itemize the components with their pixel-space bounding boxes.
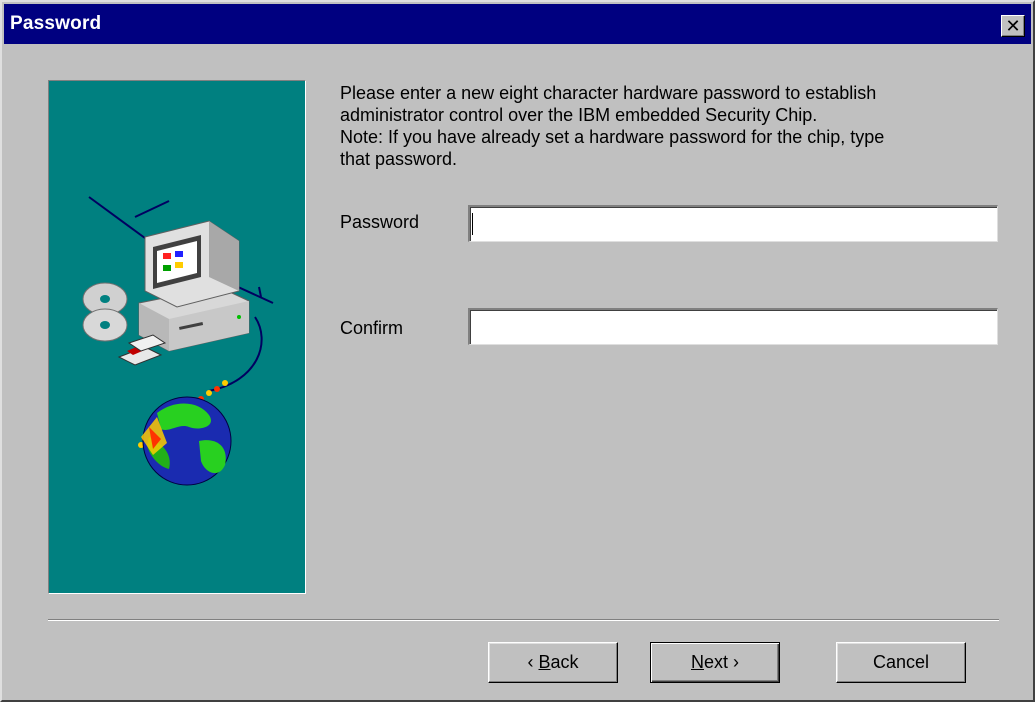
window-title: Password [10,13,102,34]
instruction-line: Please enter a new eight character hardw… [340,83,877,103]
next-button-label: ext [703,652,728,672]
back-button[interactable]: ‹ Back [488,642,618,683]
instruction-line: Note: If you have already set a hardware… [340,127,885,147]
cancel-button-label: Cancel [872,652,930,672]
back-button-label: ack [550,652,579,672]
illustration-art [82,196,274,486]
wizard-illustration [48,80,306,594]
password-input[interactable] [468,205,998,242]
close-icon: ✕ [1005,16,1021,36]
password-label: Password [340,212,420,232]
confirm-input[interactable] [468,308,998,345]
close-button[interactable]: ✕ [1001,15,1025,37]
globe-icon [141,396,232,486]
instructions-text: Please enter a new eight character hardw… [340,82,1010,170]
instruction-line: administrator control over the IBM embed… [340,105,818,125]
password-dialog: Password ✕ Please enter a new eight char… [0,0,1035,702]
back-arrow-icon: ‹ [527,652,534,672]
next-accel-key: N [690,652,704,672]
instruction-line: that password. [340,149,458,169]
back-accel-key: B [538,652,551,672]
title-bar[interactable]: Password ✕ [4,4,1031,44]
floppy-disk-icon [117,334,167,366]
computer-icon [138,220,250,352]
confirm-label: Confirm [340,318,404,338]
next-button[interactable]: Next › [650,642,780,683]
text-caret [472,213,473,235]
cancel-button[interactable]: Cancel [836,642,966,683]
button-separator [48,619,999,621]
next-arrow-icon: › [733,652,740,672]
cd-disc-icon [82,282,128,342]
